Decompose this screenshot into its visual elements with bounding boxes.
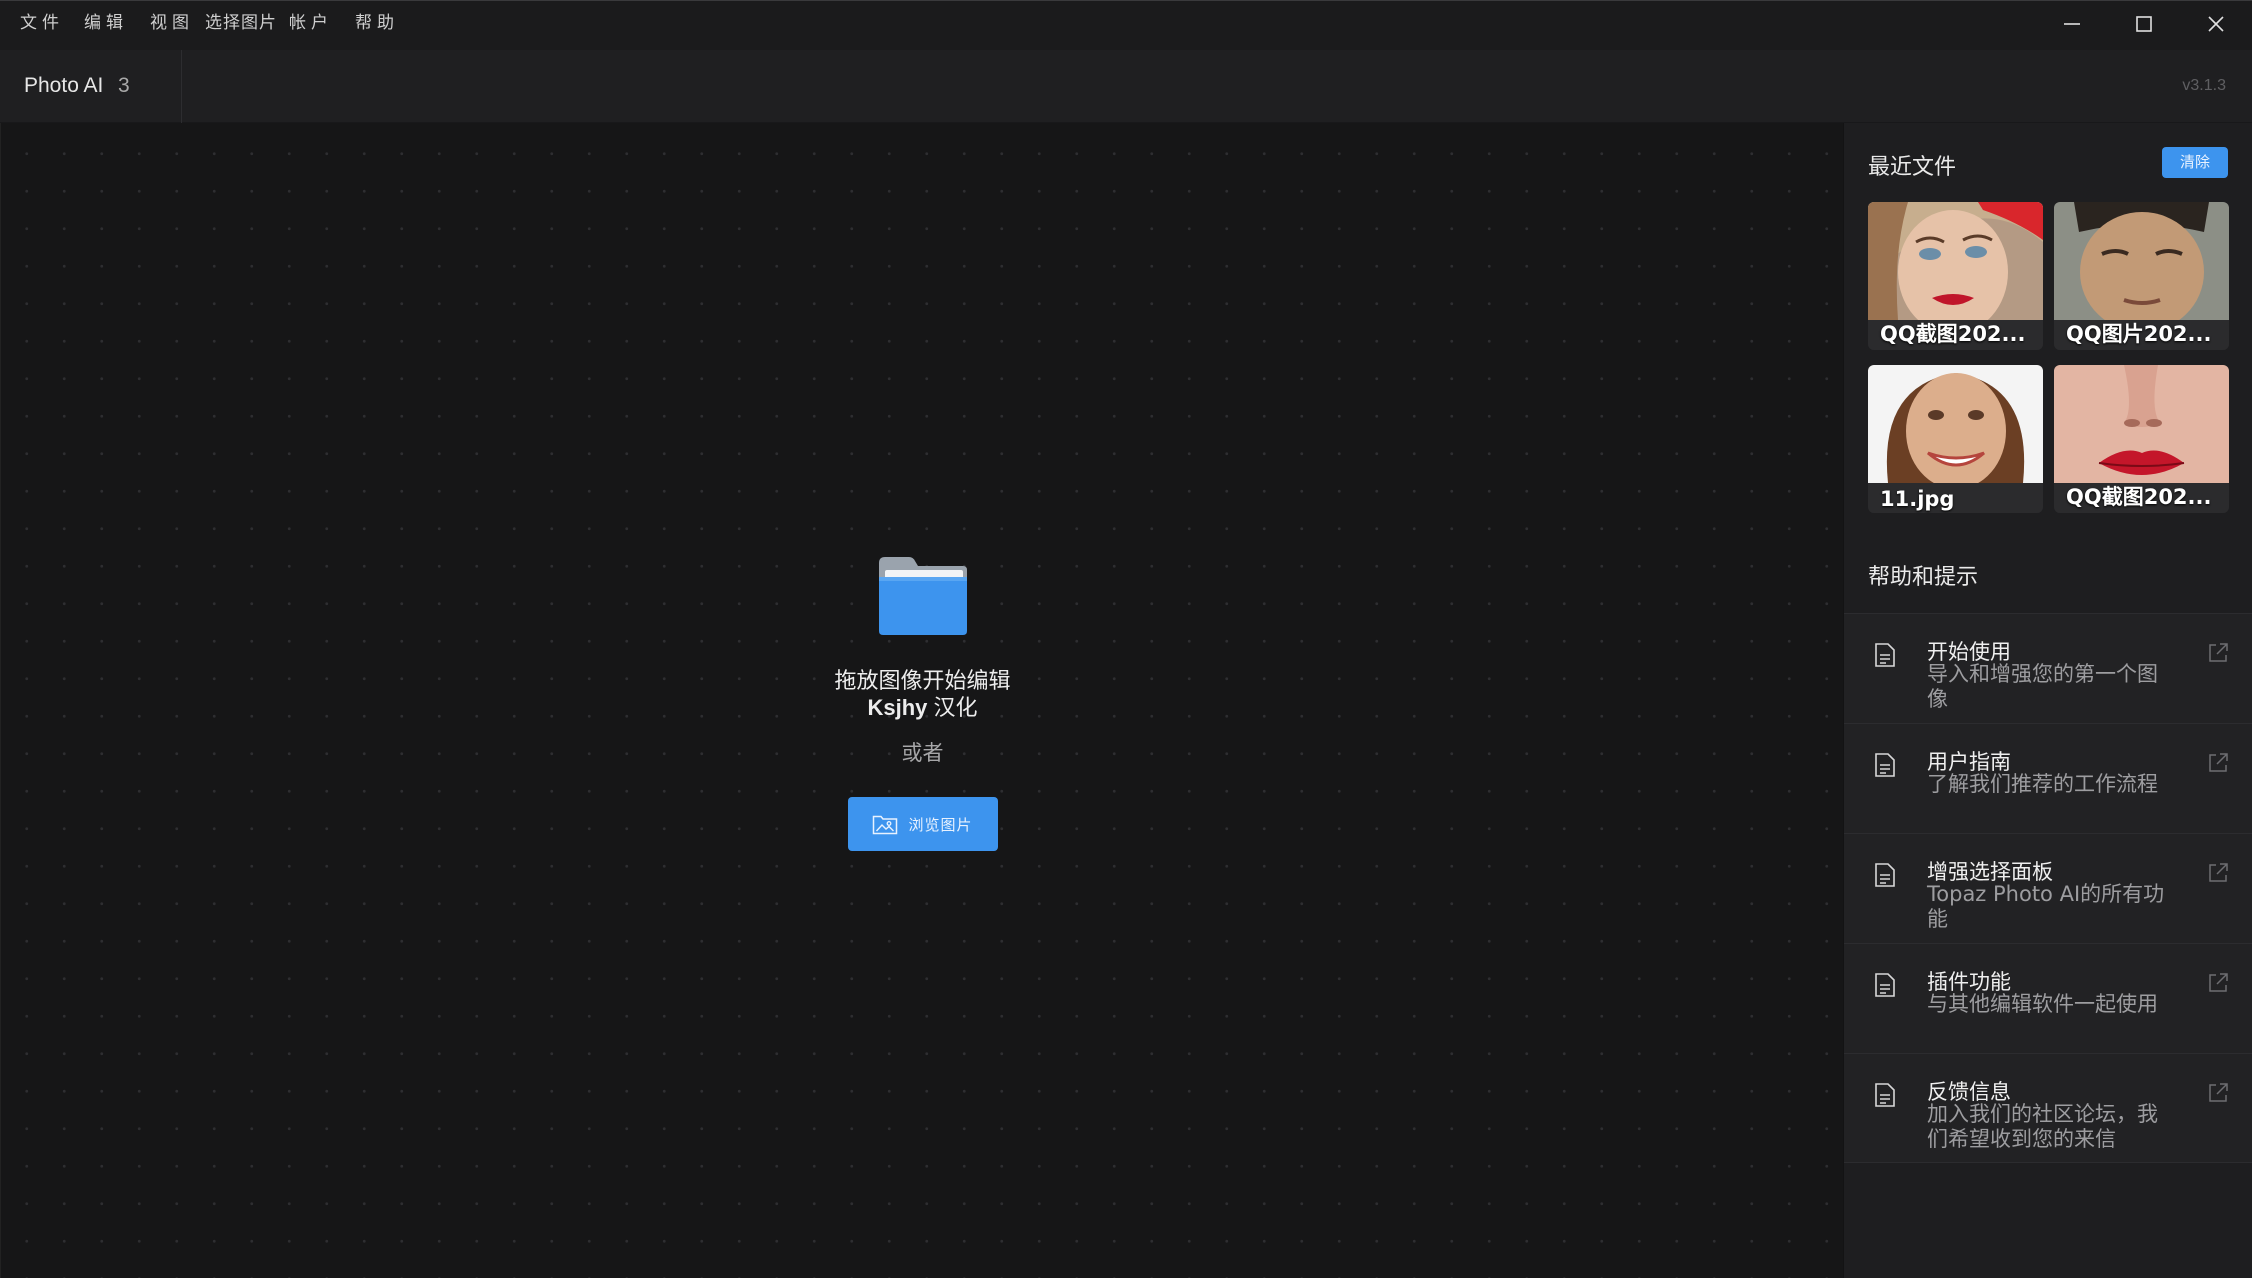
thumbnail-image (2054, 365, 2229, 483)
app-brand: Photo AI 3 (0, 50, 182, 123)
menu-help[interactable]: 帮助 (355, 1, 399, 47)
clear-recent-button[interactable]: 清除 (2162, 147, 2228, 178)
external-link-icon (2209, 753, 2228, 772)
drop-credit-rest: 汉化 (927, 695, 978, 720)
image-folder-icon (873, 815, 898, 835)
close-button[interactable] (2180, 1, 2252, 47)
external-link-icon (2209, 643, 2228, 662)
recent-file-thumbnail[interactable]: QQ图片202... (2054, 202, 2229, 350)
help-item-feedback[interactable]: 反馈信息 加入我们的社区论坛，我们希望收到您的来信 (1844, 1053, 2252, 1163)
app-name: Photo AI (24, 74, 104, 97)
help-item-description: 导入和增强您的第一个图像 (1927, 662, 2158, 711)
close-icon (2208, 16, 2224, 32)
menu-view[interactable]: 视图 (150, 1, 194, 47)
menubar: 文件 编辑 视图 选择图片 帐户 帮助 (0, 0, 2252, 50)
recent-file-thumbnail[interactable]: QQ截图202... (2054, 365, 2229, 513)
or-separator: 或者 (901, 741, 944, 765)
drop-title: 拖放图像开始编辑 (834, 669, 1011, 694)
minimize-button[interactable] (2036, 1, 2108, 47)
menu-edit[interactable]: 编辑 (84, 1, 128, 47)
document-icon (1875, 753, 1895, 777)
recent-files-title: 最近文件 (1868, 155, 1957, 180)
minimize-icon (2064, 23, 2080, 25)
app-header: Photo AI 3 v3.1.3 (0, 50, 2252, 123)
recent-file-name: QQ图片202... (2066, 322, 2212, 346)
help-item-description: 加入我们的社区论坛，我们希望收到您的来信 (1927, 1102, 2158, 1151)
help-item-getting-started[interactable]: 开始使用 导入和增强您的第一个图像 (1844, 613, 2252, 723)
document-icon (1875, 643, 1895, 667)
thumbnail-image (1868, 365, 2043, 483)
menu-select-image[interactable]: 选择图片 (205, 1, 277, 47)
browse-images-label: 浏览图片 (908, 815, 973, 834)
recent-file-name: QQ截图202... (2066, 485, 2212, 509)
browse-images-button[interactable]: 浏览图片 (847, 797, 998, 851)
help-item-enhance-panel[interactable]: 增强选择面板 Topaz Photo AI的所有功能 (1844, 833, 2252, 943)
app-major-version: 3 (118, 74, 130, 97)
help-item-user-guide[interactable]: 用户指南 了解我们推荐的工作流程 (1844, 723, 2252, 833)
help-list: 开始使用 导入和增强您的第一个图像 用户指南 了解我们推荐的工作流程 增强选择面… (1844, 613, 2252, 1163)
maximize-icon (2136, 16, 2152, 32)
help-item-plugins[interactable]: 插件功能 与其他编辑软件一起使用 (1844, 943, 2252, 1053)
drop-prompt: 拖放图像开始编辑 Ksjhy 汉化 或者 浏览图片 (761, 553, 1084, 851)
external-link-icon (2209, 973, 2228, 992)
recent-file-name: QQ截图202... (1880, 322, 2026, 346)
help-item-description: 与其他编辑软件一起使用 (1927, 992, 2158, 1016)
recent-file-name: 11.jpg (1880, 487, 1955, 511)
help-item-description: Topaz Photo AI的所有功能 (1927, 882, 2165, 931)
app-version-label: v3.1.3 (2182, 77, 2226, 94)
menu-file[interactable]: 文件 (20, 1, 64, 47)
recent-file-thumbnail[interactable]: 11.jpg (1868, 365, 2043, 513)
drop-zone-canvas[interactable]: 拖放图像开始编辑 Ksjhy 汉化 或者 浏览图片 (0, 123, 1843, 1278)
folder-icon (878, 557, 967, 635)
menu-account[interactable]: 帐户 (289, 1, 333, 47)
document-icon (1875, 1083, 1895, 1107)
maximize-button[interactable] (2108, 1, 2180, 47)
help-tips-title: 帮助和提示 (1868, 565, 1979, 590)
external-link-icon (2209, 1083, 2228, 1102)
thumbnail-image (2054, 202, 2229, 320)
document-icon (1875, 863, 1895, 887)
help-item-description: 了解我们推荐的工作流程 (1927, 772, 2158, 796)
external-link-icon (2209, 863, 2228, 882)
drop-credit-bold: Ksjhy (867, 695, 928, 720)
thumbnail-image (1868, 202, 2043, 320)
recent-file-thumbnail[interactable]: QQ截图202... (1868, 202, 2043, 350)
document-icon (1875, 973, 1895, 997)
right-sidebar: 最近文件 清除 QQ截图202... QQ图片202... 11.jpg QQ截… (1843, 123, 2252, 1278)
drop-credit: Ksjhy 汉化 (761, 695, 1084, 721)
